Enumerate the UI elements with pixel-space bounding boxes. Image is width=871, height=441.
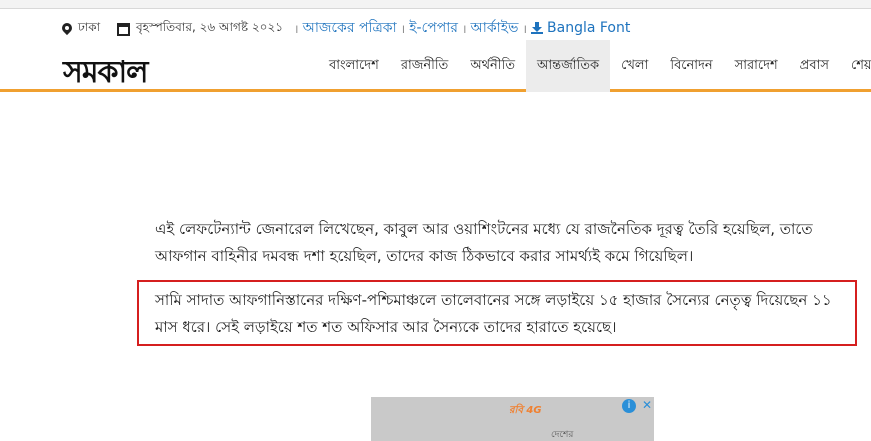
- link-todays-paper[interactable]: আজকের পত্রিকা: [303, 16, 397, 40]
- location-pin-icon: [62, 23, 72, 36]
- link-archive[interactable]: আর্কাইভ: [471, 16, 519, 40]
- nav-item-sports[interactable]: খেলা: [610, 40, 659, 92]
- link-epaper[interactable]: ই-পেপার: [409, 16, 458, 40]
- advertisement[interactable]: রবি 4G i ✕ দেশের: [371, 397, 654, 441]
- nav-item-country[interactable]: সারাদেশ: [724, 40, 789, 92]
- nav-item-abroad[interactable]: প্রবাস: [789, 40, 840, 92]
- ad-brand: রবি 4G: [509, 405, 542, 416]
- location: ঢাকা: [62, 19, 100, 39]
- nav-item-bangladesh[interactable]: বাংলাদেশ: [318, 40, 390, 92]
- nav-item-economy[interactable]: অর্থনীতি: [459, 40, 526, 92]
- calendar-icon: [117, 22, 130, 36]
- ad-caption: দেশের: [551, 430, 574, 440]
- date: বৃহস্পতিবার, ২৬ আগষ্ট ২০২১: [117, 19, 283, 39]
- nav-menu: বাংলাদেশ রাজনীতি অর্থনীতি আন্তর্জাতিক খে…: [318, 40, 871, 92]
- close-icon[interactable]: ✕: [642, 398, 652, 412]
- highlighted-paragraph: সামি সাদাত আফগানিস্তানের দক্ষিণ-পশ্চিমাঞ…: [155, 291, 832, 336]
- main-navbar: সমকাল বাংলাদেশ রাজনীতি অর্থনীতি আন্তর্জা…: [0, 40, 871, 92]
- site-logo[interactable]: সমকাল: [63, 48, 149, 99]
- browser-top-strip: [0, 0, 871, 9]
- download-icon[interactable]: [531, 22, 544, 34]
- nav-item-international[interactable]: আন্তর্জাতিক: [525, 40, 611, 92]
- info-bar: ঢাকা বৃহস্পতিবার, ২৬ আগষ্ট ২০২১ । আজকের …: [0, 12, 871, 40]
- nav-item-entertainment[interactable]: বিনোদন: [659, 40, 723, 92]
- ad-info-icon[interactable]: i: [622, 399, 636, 413]
- link-bangla-font[interactable]: Bangla Font: [547, 20, 630, 36]
- article-body: এই লেফটেন্যান্ট জেনারেল লিখেছেন, কাবুল আ…: [155, 216, 855, 270]
- article-paragraph: এই লেফটেন্যান্ট জেনারেল লিখেছেন, কাবুল আ…: [155, 220, 813, 265]
- top-links: । আজকের পত্রিকা । ই-পেপার । আর্কাইভ । Ba…: [294, 16, 630, 40]
- location-label: ঢাকা: [78, 20, 101, 34]
- nav-item-politics[interactable]: রাজনীতি: [390, 40, 460, 92]
- nav-item-share[interactable]: শেয়া: [840, 40, 871, 92]
- date-label: বৃহস্পতিবার, ২৬ আগষ্ট ২০২১: [136, 20, 284, 34]
